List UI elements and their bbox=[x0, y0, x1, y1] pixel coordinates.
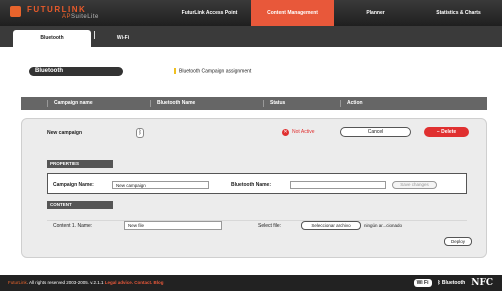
subtitle-text: Bluetooth Campaign assignment bbox=[179, 68, 252, 75]
footer-link-legal[interactable]: Legal advice. bbox=[105, 280, 133, 285]
tab-wifi[interactable]: Wi-Fi bbox=[84, 30, 162, 47]
col-bluetooth-name: Bluetooth Name bbox=[149, 97, 195, 110]
app-logo: FUTURLINK APSuiteLite bbox=[10, 4, 148, 24]
bluetooth-logo-text: Bluetooth bbox=[441, 280, 466, 286]
cancel-button[interactable]: Cancel bbox=[340, 127, 411, 137]
choose-file-button[interactable]: Seleccionar archivo bbox=[301, 221, 361, 230]
footer-link-blog[interactable]: Blog bbox=[154, 280, 164, 285]
top-bar: FUTURLINK APSuiteLite FuturLink Access P… bbox=[0, 0, 502, 26]
tab-bar: Bluetooth Wi-Fi bbox=[0, 26, 502, 47]
status-text: Not Active bbox=[292, 129, 315, 135]
content-divider bbox=[47, 220, 467, 221]
bluetooth-name-input[interactable] bbox=[290, 181, 386, 189]
campaign-name-input[interactable]: New campaign bbox=[112, 181, 209, 189]
section-title: Bluetooth bbox=[29, 67, 123, 76]
table-header: Campaign name Bluetooth Name Status Acti… bbox=[21, 97, 487, 110]
logo-sub-suffix: SuiteLite bbox=[71, 14, 99, 20]
footer-copyright: . All rights reserved 2003-2005. v.2.1.1 bbox=[26, 280, 104, 285]
no-file-text: ningún ar...cionado bbox=[364, 223, 403, 228]
content-name-label: Content 1. Name: bbox=[53, 223, 93, 229]
delete-label: Delete bbox=[441, 129, 457, 135]
wifi-logo-icon: Wi Fi bbox=[413, 279, 432, 287]
footer-link-contact[interactable]: Contact. bbox=[134, 280, 152, 285]
status-badge: ✕ Not Active bbox=[282, 129, 315, 136]
content-header: CONTENT bbox=[47, 201, 113, 209]
properties-header: PROPERTIES bbox=[47, 160, 113, 168]
footer-text: FuturLink. All rights reserved 2003-2005… bbox=[8, 280, 164, 285]
footer: FuturLink. All rights reserved 2003-2005… bbox=[0, 275, 502, 291]
tab-bluetooth[interactable]: Bluetooth bbox=[13, 30, 91, 47]
content-name-input[interactable]: New file bbox=[124, 221, 222, 230]
col-status: Status bbox=[262, 97, 285, 110]
nav-statistics[interactable]: Statistics & Charts bbox=[417, 0, 500, 26]
delete-button[interactable]: − Delete bbox=[424, 127, 469, 137]
main-nav: FuturLink Access Point Content Managemen… bbox=[168, 0, 500, 26]
logo-subtitle: APSuiteLite bbox=[62, 14, 99, 20]
nfc-logo-icon: NFC bbox=[471, 278, 493, 288]
logo-sub-prefix: AP bbox=[62, 14, 72, 20]
bluetooth-logo-icon: ᛒ Bluetooth bbox=[437, 280, 466, 286]
logo-brand: FUTURLINK bbox=[27, 5, 87, 14]
col-action: Action bbox=[340, 97, 363, 110]
campaign-name-label: Campaign Name: bbox=[53, 182, 94, 188]
campaign-name: New campaign bbox=[47, 130, 83, 136]
footer-brand: FuturLink bbox=[8, 280, 27, 285]
logo-mark-icon bbox=[10, 6, 21, 17]
bluetooth-name-label: Bluetooth Name: bbox=[231, 182, 271, 188]
col-campaign-name: Campaign name bbox=[47, 97, 93, 110]
not-active-icon: ✕ bbox=[282, 129, 289, 136]
nav-planner[interactable]: Planner bbox=[334, 0, 417, 26]
save-changes-button[interactable]: Save changes bbox=[392, 181, 437, 189]
nav-content-management[interactable]: Content Management bbox=[251, 0, 334, 26]
section-subtitle: Bluetooth Campaign assignment bbox=[174, 68, 251, 74]
tab-divider bbox=[94, 31, 95, 39]
deploy-button[interactable]: Deploy bbox=[444, 237, 472, 246]
nav-access-point[interactable]: FuturLink Access Point bbox=[168, 0, 251, 26]
select-file-label: Select file: bbox=[258, 223, 282, 229]
footer-badges: Wi Fi ᛒ Bluetooth NFC bbox=[413, 278, 493, 288]
subtitle-marker-icon bbox=[174, 68, 176, 74]
bluetooth-icon: ᛒ bbox=[136, 128, 144, 138]
